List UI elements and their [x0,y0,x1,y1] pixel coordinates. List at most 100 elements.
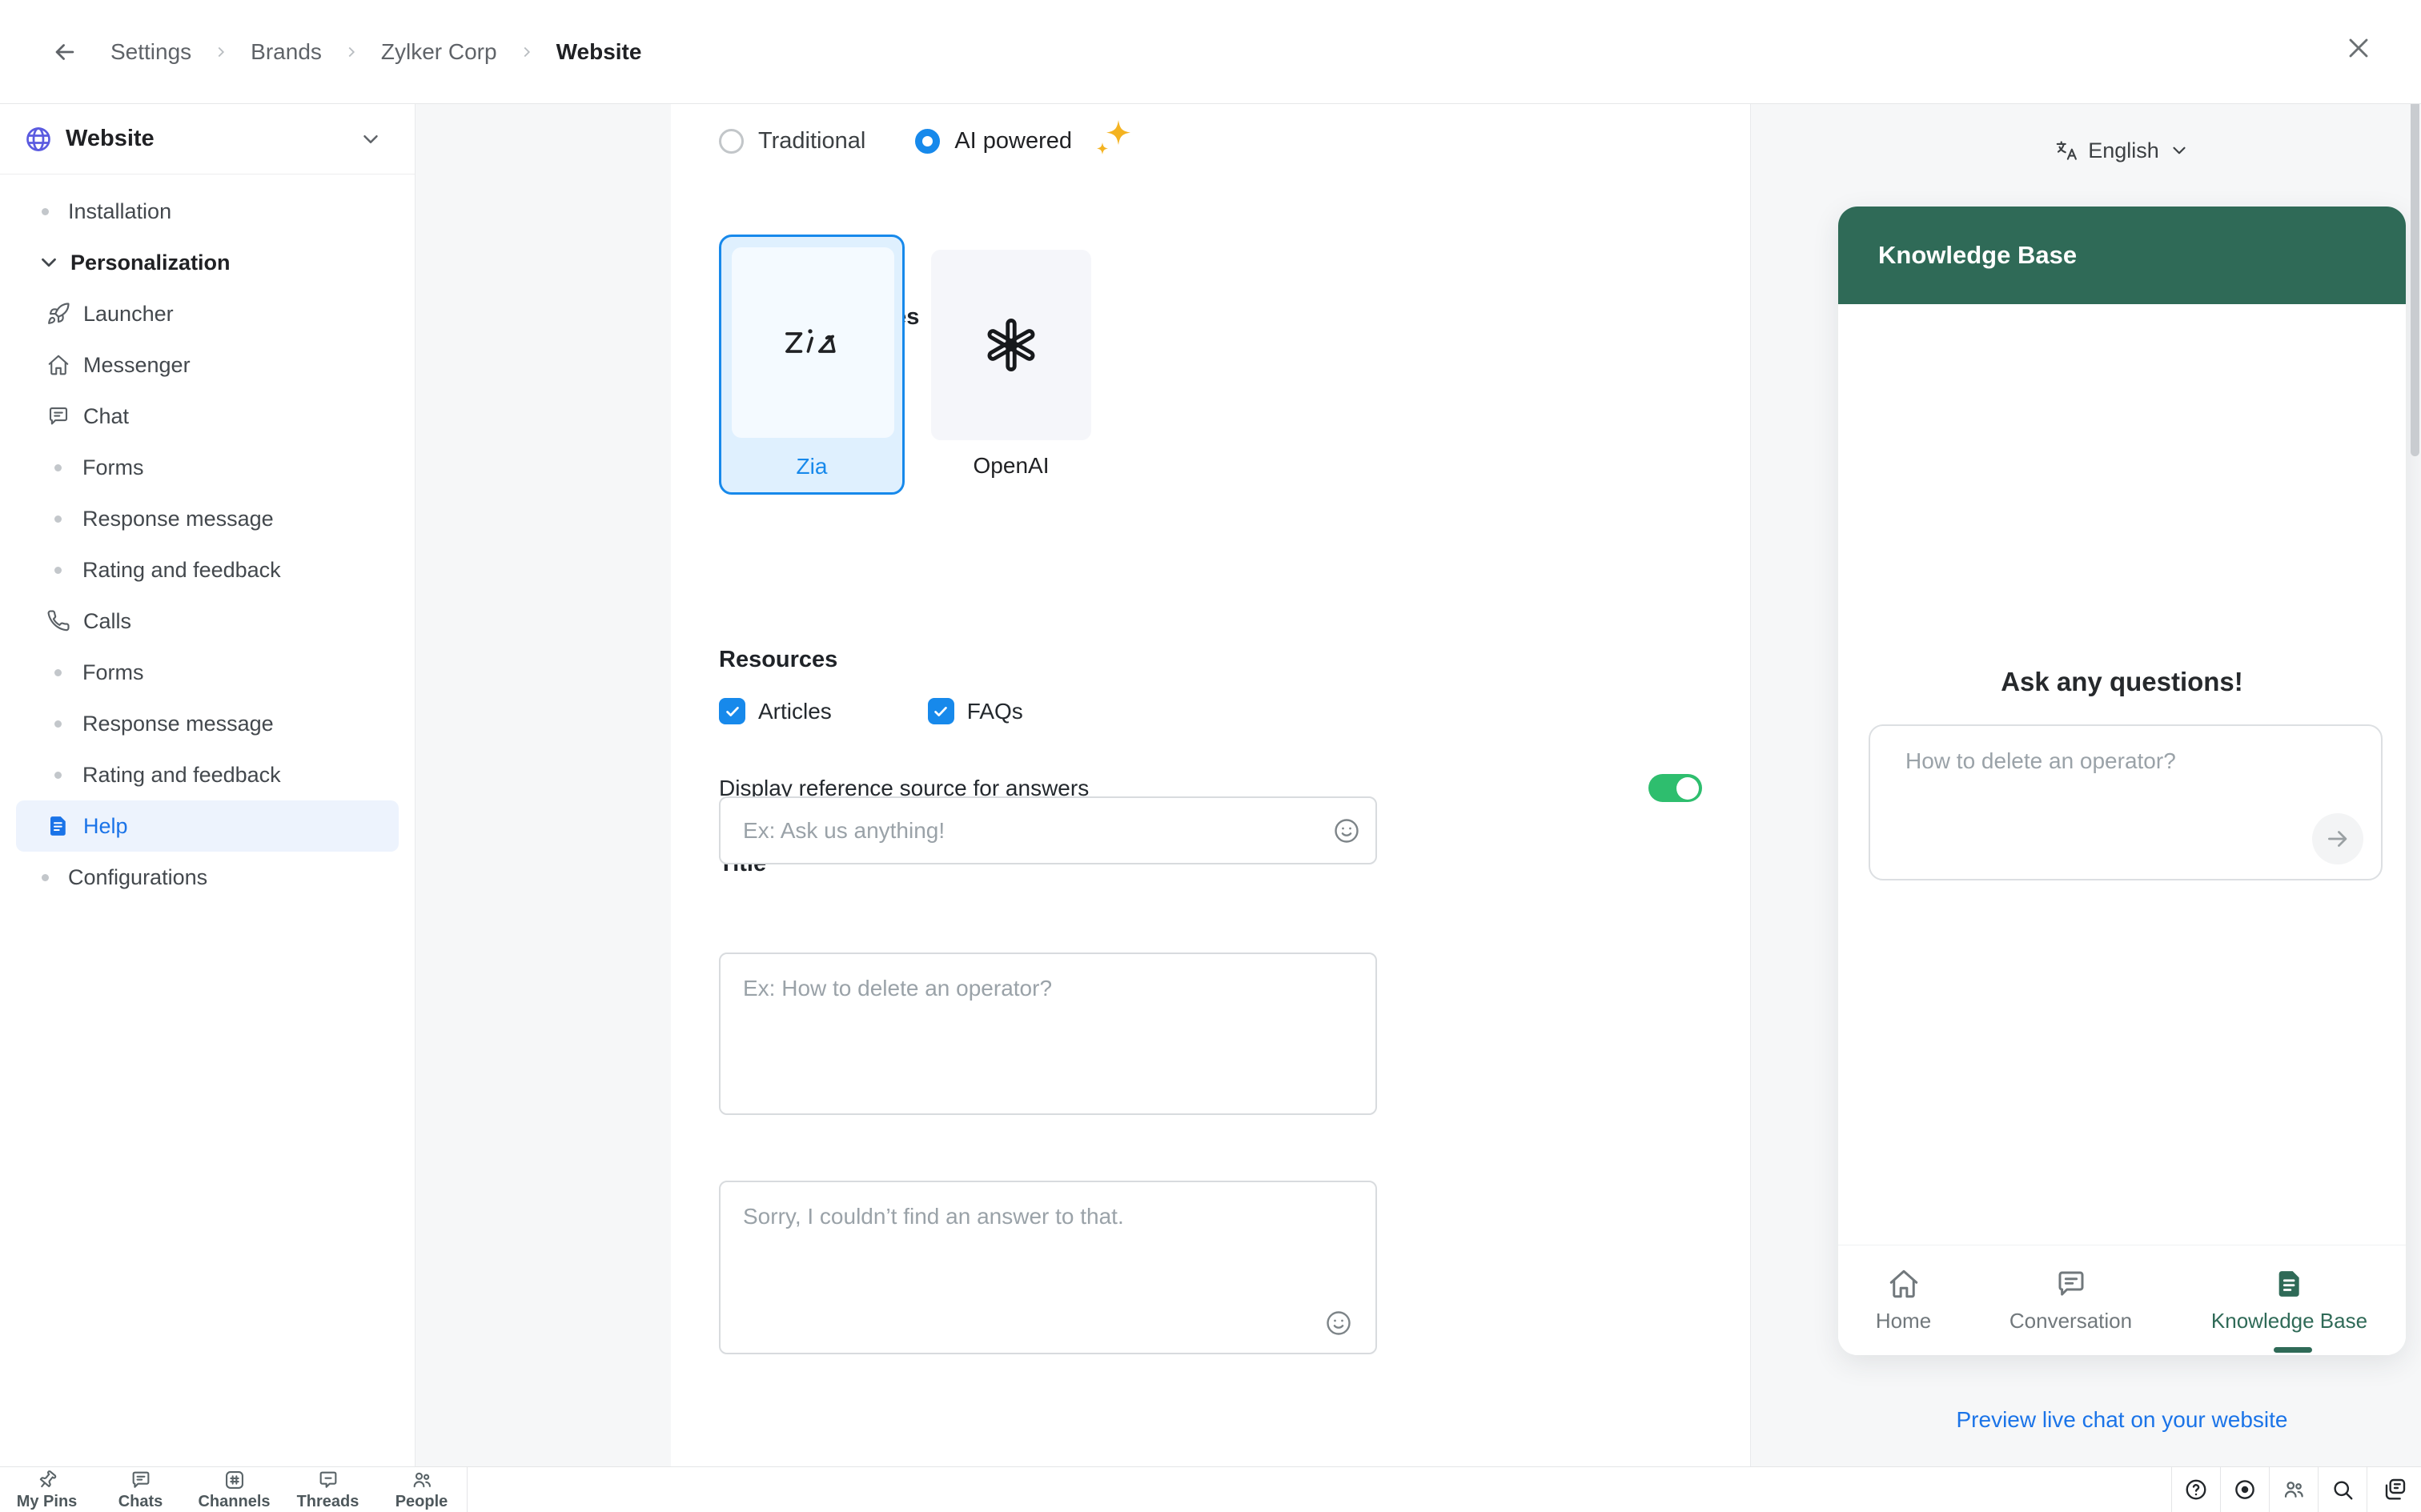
sidebar-item-forms-calls[interactable]: Forms [0,647,415,698]
scrollbar-thumb[interactable] [2411,72,2419,456]
widget-tabbar: Home Conversation Knowledge Base [1838,1245,2406,1355]
knowledge-base-icon [2274,1267,2306,1301]
pin-icon [36,1469,58,1491]
language-label: English [2088,138,2159,162]
taskbar-people[interactable]: People [375,1467,468,1512]
tab-conversation[interactable]: Conversation [1969,1245,2173,1355]
settings-window: Settings Brands Zylker Corp Website Webs… [0,0,2421,1512]
chevron-down-icon [37,251,61,275]
preview-panel: English Knowledge Base Ask any questions… [1751,104,2421,1466]
conversation-icon [2054,1267,2088,1301]
language-selector[interactable]: English [1838,134,2406,166]
sidebar-item-messenger[interactable]: Messenger [0,339,415,391]
checkbox-articles[interactable] [719,698,745,724]
sidebar-item-forms-chat[interactable]: Forms [0,442,415,493]
sidebar-item-help[interactable]: Help [16,800,399,852]
search-icon[interactable] [2318,1467,2367,1512]
tab-home[interactable]: Home [1838,1245,1969,1355]
sidebar-item-calls[interactable]: Calls [0,596,415,647]
service-label-openai: OpenAI [973,453,1050,478]
prompt-text-input[interactable] [719,953,1377,1115]
ask-questions-heading: Ask any questions! [2001,667,2243,696]
bullet-icon [54,566,62,574]
chevron-right-icon [518,43,536,61]
breadcrumb-settings[interactable]: Settings [110,39,191,65]
breadcrumb-brands[interactable]: Brands [251,39,322,65]
service-label-zia: Zia [796,454,828,479]
emoji-icon[interactable] [1324,1309,1353,1338]
sidebar-item-chat[interactable]: Chat [0,391,415,442]
sidebar-item-installation[interactable]: Installation [0,186,415,237]
taskbar-threads[interactable]: Threads [281,1467,375,1512]
taskbar-chats[interactable]: Chats [94,1467,187,1512]
help-circle-icon[interactable] [2171,1467,2220,1512]
bullet-icon [42,207,49,215]
chats-stack-icon[interactable] [2367,1467,2421,1512]
sidebar-item-launcher[interactable]: Launcher [0,288,415,339]
title-input[interactable] [719,796,1377,864]
sparkles-icon [1086,118,1138,163]
bullet-icon [54,515,62,523]
document-icon [45,814,72,838]
people-icon [411,1469,433,1491]
display-reference-toggle[interactable] [1648,774,1702,802]
sidebar-item-response-message-chat[interactable]: Response message [0,493,415,544]
sidebar-brand-selector[interactable]: Website [0,104,415,174]
active-tab-indicator [2274,1347,2312,1353]
taskbar-my-pins[interactable]: My Pins [0,1467,94,1512]
rocket-icon [45,302,72,326]
sidebar-item-rating-feedback-chat[interactable]: Rating and feedback [0,544,415,596]
checkbox-faqs-label[interactable]: FAQs [967,699,1023,724]
bullet-icon [54,668,62,676]
home-icon [1887,1267,1921,1301]
chat-bubble-icon [45,404,72,428]
home-icon [45,353,72,377]
sidebar: Website Installation Personalization Lau… [0,104,416,1466]
taskbar-right-cluster [2171,1467,2421,1512]
emoji-icon[interactable] [1332,816,1361,845]
preview-live-chat-link[interactable]: Preview live chat on your website [1838,1407,2406,1433]
service-card-openai[interactable]: OpenAI [931,250,1091,479]
record-icon[interactable] [2220,1467,2269,1512]
taskbar: My Pins Chats Channels Threads People [0,1466,2421,1512]
question-input-box [1869,724,2383,880]
send-arrow-button[interactable] [2312,813,2363,864]
checkbox-articles-label[interactable]: Articles [758,699,832,724]
resources-checkbox-group: Articles FAQs [719,698,1023,724]
widget-title: Knowledge Base [1878,241,2078,269]
bullet-icon [54,771,62,779]
radio-ai-powered-label[interactable]: AI powered [954,128,1072,154]
service-card-zia[interactable]: Zia [719,235,905,495]
thread-bubble-icon [317,1469,339,1491]
mode-radio-group: Traditional AI powered [719,120,1138,157]
no-results-input[interactable] [719,1181,1377,1354]
radio-ai-powered[interactable] [915,128,941,154]
radio-traditional[interactable] [719,128,744,154]
checkbox-faqs[interactable] [927,698,954,724]
radio-traditional-label[interactable]: Traditional [758,128,865,154]
phone-icon [45,609,72,633]
taskbar-channels[interactable]: Channels [187,1467,281,1512]
sidebar-item-personalization[interactable]: Personalization [0,237,415,288]
sidebar-item-response-message-calls[interactable]: Response message [0,698,415,749]
chat-widget-preview: Knowledge Base Ask any questions! Home C… [1838,207,2406,1355]
breadcrumb-brand-name[interactable]: Zylker Corp [381,39,497,65]
close-icon[interactable] [2343,32,2375,64]
sidebar-item-configurations[interactable]: Configurations [0,852,415,903]
widget-header: Knowledge Base [1838,207,2406,304]
people-icon[interactable] [2269,1467,2318,1512]
back-arrow-icon[interactable] [51,38,78,66]
tab-knowledge-base[interactable]: Knowledge Base [2173,1245,2406,1355]
breadcrumb-current-page: Website [556,39,642,64]
bullet-icon [54,463,62,471]
resources-label: Resources [719,647,838,672]
question-input[interactable] [1870,726,2381,879]
bullet-icon [42,873,49,881]
bullet-icon [54,720,62,728]
sidebar-title: Website [66,126,155,151]
sidebar-item-rating-feedback-calls[interactable]: Rating and feedback [0,749,415,800]
zia-logo [732,247,894,438]
sidebar-nav: Installation Personalization Launcher Me… [0,174,415,903]
header: Settings Brands Zylker Corp Website [0,0,2421,104]
chevron-down-icon [359,127,383,151]
